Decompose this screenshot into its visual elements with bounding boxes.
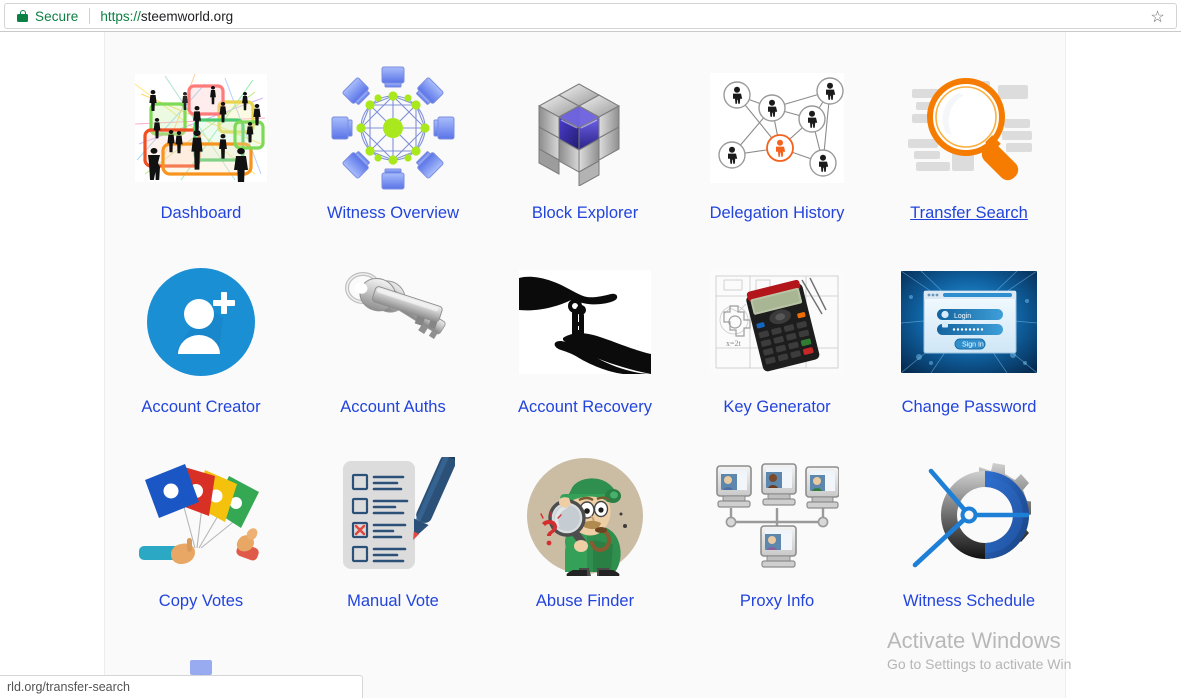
- tile-label: Block Explorer: [531, 204, 639, 222]
- tile-label: Delegation History: [709, 204, 845, 222]
- colored-cards-hand-icon: [133, 452, 269, 580]
- tile-account-recovery[interactable]: Account Recovery: [489, 258, 681, 452]
- tile-label: Account Auths: [340, 398, 446, 416]
- tile-label: Witness Overview: [326, 204, 460, 222]
- address-bar[interactable]: Secure https://steemworld.org ☆: [4, 3, 1177, 29]
- tile-label: Dashboard: [160, 204, 242, 222]
- tile-copy-votes[interactable]: Copy Votes: [105, 452, 297, 646]
- magnifier-search-icon: [901, 64, 1037, 192]
- login-dialog-icon: Login Sign In: [901, 258, 1037, 386]
- lock-icon[interactable]: [17, 10, 28, 22]
- tile-account-auths[interactable]: Account Auths: [297, 258, 489, 452]
- tile-witness-overview[interactable]: Witness Overview: [297, 64, 489, 258]
- tile-label: Account Recovery: [518, 398, 652, 416]
- svg-text:Sign In: Sign In: [962, 342, 984, 349]
- tile-key-generator[interactable]: x=2t Key Generator: [681, 258, 873, 452]
- dashboard-network-icon: [133, 64, 269, 192]
- tile-witness-schedule[interactable]: Witness Schedule: [873, 452, 1065, 646]
- tile-label: Abuse Finder: [535, 592, 635, 610]
- computers-network-icon: [709, 452, 845, 580]
- tile-label: Witness Schedule: [902, 592, 1036, 610]
- keys-icon: [325, 258, 461, 386]
- delegation-graph-icon: [709, 64, 845, 192]
- hands-key-handover-icon: [517, 258, 653, 386]
- link-status-bar: rld.org/transfer-search: [0, 675, 363, 698]
- witness-network-icon: [325, 64, 461, 192]
- add-user-icon: [133, 258, 269, 386]
- tile-label: Copy Votes: [158, 592, 244, 610]
- url-text: https://steemworld.org: [100, 9, 233, 24]
- bookmark-star-icon[interactable]: ☆: [1149, 9, 1166, 26]
- block-cube-icon: [517, 64, 653, 192]
- page-viewport: Dashboard Witness Overview Block Explore…: [0, 32, 1181, 698]
- tile-transfer-search[interactable]: Transfer Search: [873, 64, 1065, 258]
- tile-label: Change Password: [901, 398, 1037, 416]
- svg-text:x=2t: x=2t: [726, 339, 742, 348]
- calculator-blueprint-icon: x=2t: [709, 258, 845, 386]
- tile-block-explorer[interactable]: Block Explorer: [489, 64, 681, 258]
- tile-account-creator[interactable]: Account Creator: [105, 258, 297, 452]
- tile-label: Proxy Info: [739, 592, 815, 610]
- tile-change-password[interactable]: Login Sign In Change Password: [873, 258, 1065, 452]
- url-host: steemworld.org: [140, 8, 234, 24]
- url-scheme: https://: [100, 8, 141, 24]
- detective-icon: [517, 452, 653, 580]
- tile-label: Account Creator: [141, 398, 261, 416]
- tile-proxy-info[interactable]: Proxy Info: [681, 452, 873, 646]
- tile-delegation-history[interactable]: Delegation History: [681, 64, 873, 258]
- page-content: Dashboard Witness Overview Block Explore…: [104, 32, 1066, 698]
- tile-label: Manual Vote: [347, 592, 439, 610]
- gear-clock-icon: [901, 452, 1037, 580]
- tile-label: Key Generator: [723, 398, 831, 416]
- omnibox-divider: [89, 8, 91, 24]
- tile-abuse-finder[interactable]: Abuse Finder: [489, 452, 681, 646]
- browser-chrome: Secure https://steemworld.org ☆: [0, 0, 1181, 32]
- svg-text:Login: Login: [954, 313, 971, 320]
- tool-icon-grid: Dashboard Witness Overview Block Explore…: [105, 32, 1065, 698]
- tile-dashboard[interactable]: Dashboard: [105, 64, 297, 258]
- tile-label: Transfer Search: [910, 204, 1028, 222]
- security-status-label: Secure: [35, 8, 79, 24]
- tile-manual-vote[interactable]: Manual Vote: [297, 452, 489, 646]
- ballot-checklist-pen-icon: [325, 452, 461, 580]
